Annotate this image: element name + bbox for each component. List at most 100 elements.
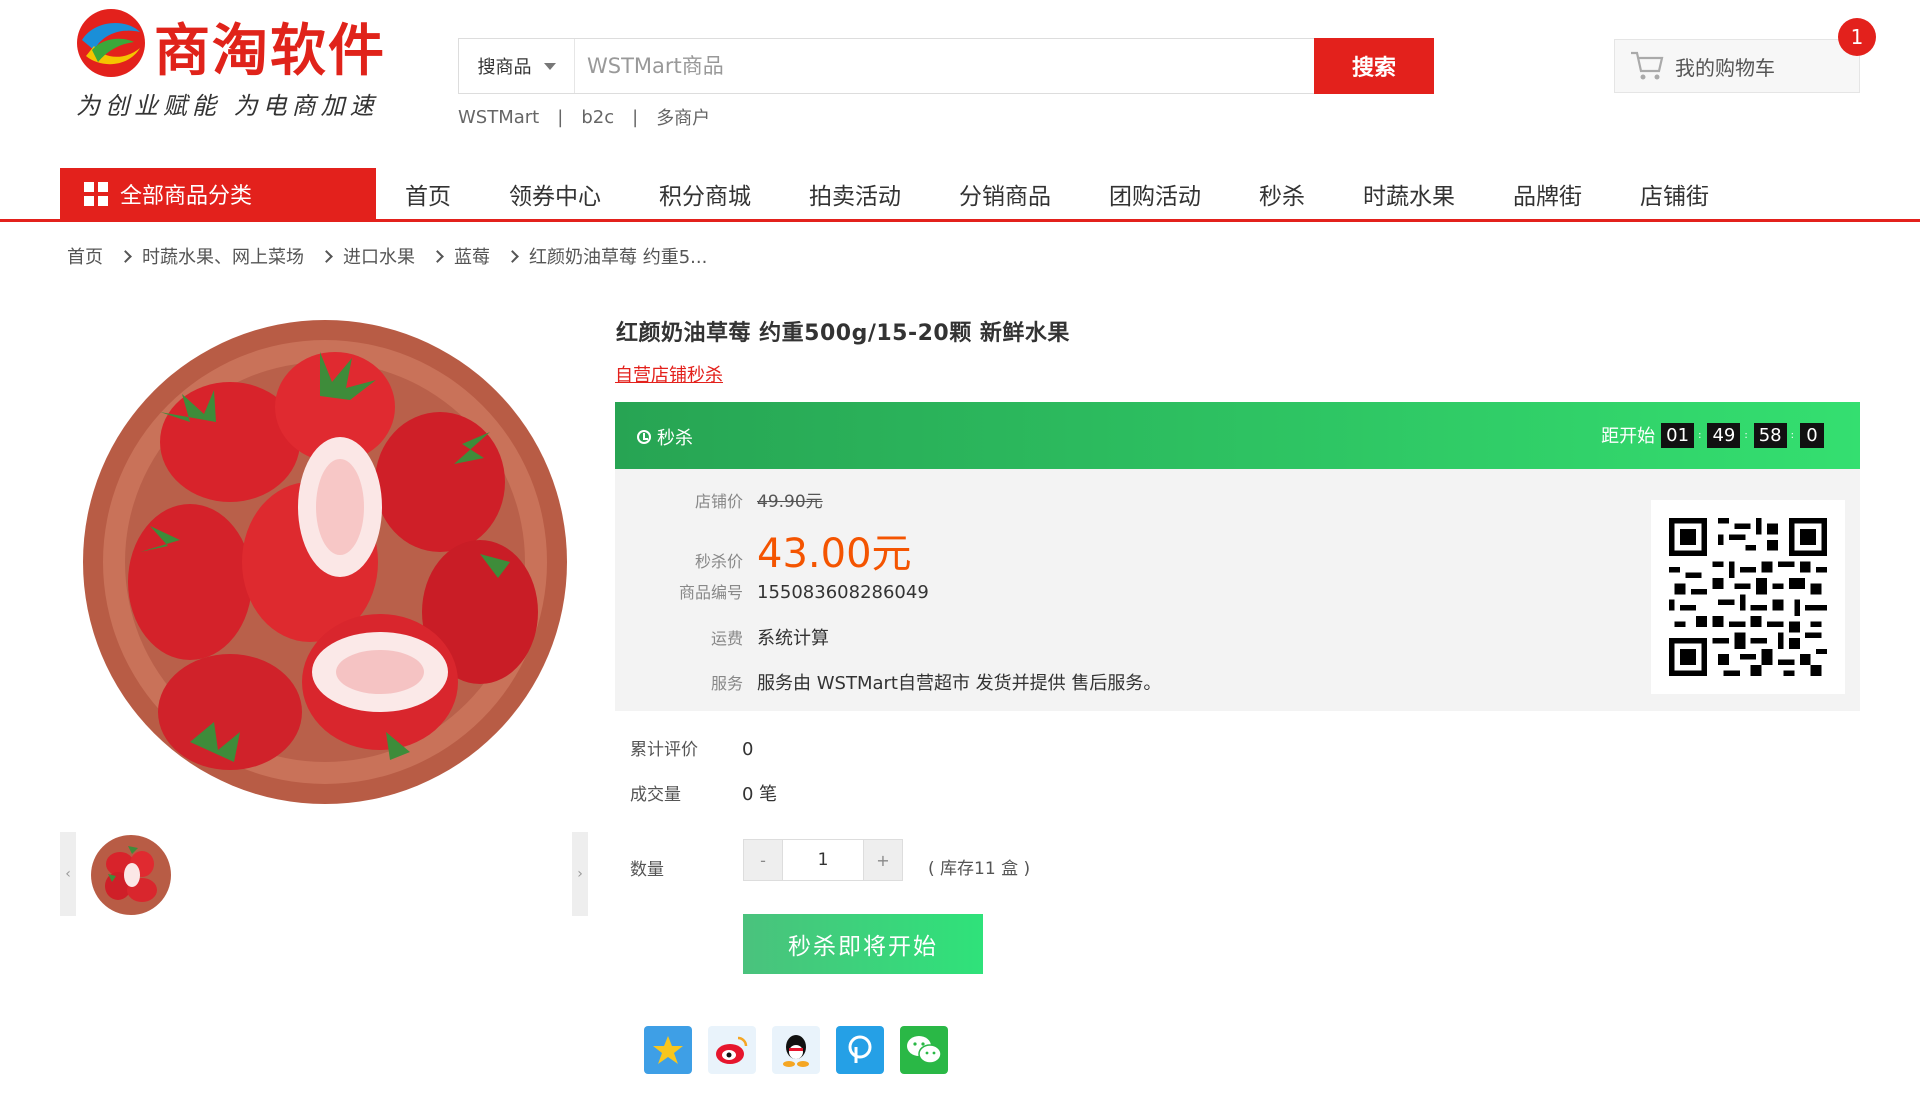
shop-flash-sale-link[interactable]: 自营店铺秒杀 [615, 361, 723, 387]
shipping-value: 系统计算 [757, 628, 829, 649]
quantity-stepper: - + [743, 839, 903, 881]
search-input[interactable] [575, 39, 1314, 93]
main-nav: 全部商品分类 首页 领券中心 积分商城 拍卖活动 分销商品 团购活动 秒杀 时蔬… [0, 168, 1920, 222]
breadcrumb: 首页 时蔬水果、网上菜场 进口水果 蓝莓 红颜奶油草莓 约重5... [67, 243, 707, 269]
all-categories-label: 全部商品分类 [120, 183, 253, 209]
chevron-right-icon [431, 249, 444, 263]
shipping-row: 运费 系统计算 [615, 624, 829, 650]
breadcrumb-item[interactable]: 进口水果 [343, 243, 415, 269]
qr-code-icon [1669, 518, 1827, 676]
nav-item-flash-sale[interactable]: 秒杀 [1230, 177, 1334, 211]
countdown-label: 距开始 [1601, 426, 1656, 447]
flash-sale-text: 秒杀 [657, 428, 693, 449]
share-bar [644, 1026, 964, 1074]
qq-icon[interactable] [772, 1026, 820, 1074]
countdown-hours: 01 [1661, 422, 1695, 448]
flash-price-value: 43.00元 [757, 531, 912, 577]
grid-icon [84, 181, 108, 206]
flash-sale-buy-button[interactable]: 秒杀即将开始 [743, 914, 983, 974]
quantity-input[interactable] [782, 840, 864, 880]
sku-row: 商品编号 155083608286049 [615, 579, 929, 603]
nav-item-shops[interactable]: 店铺街 [1611, 177, 1738, 211]
reviews-row: 累计评价 0 [630, 735, 753, 760]
quantity-label: 数量 [630, 860, 664, 880]
service-value: 服务由 WSTMart自营超市 发货并提供 售后服务。 [757, 673, 1162, 694]
countdown-seconds: 58 [1753, 422, 1787, 448]
logo-name: 商淘软件 [154, 19, 386, 84]
sku-label: 商品编号 [678, 583, 743, 602]
site-logo[interactable]: 商淘软件 为创业赋能 为电商加速 [74, 6, 414, 126]
shop-price-label: 店铺价 [694, 492, 743, 511]
shipping-label: 运费 [710, 629, 743, 648]
qzone-icon[interactable] [644, 1026, 692, 1074]
chevron-right-icon [119, 249, 132, 263]
breadcrumb-item[interactable]: 首页 [67, 243, 103, 269]
nav-item-points-mall[interactable]: 积分商城 [630, 177, 780, 211]
nav-item-fruits[interactable]: 时蔬水果 [1334, 177, 1484, 211]
countdown-separator: : [1698, 429, 1702, 441]
service-row: 服务 服务由 WSTMart自营超市 发货并提供 售后服务。 [615, 669, 1161, 695]
service-label: 服务 [710, 674, 743, 693]
breadcrumb-current: 红颜奶油草莓 约重5... [529, 247, 708, 268]
shop-price-value: 49.90元 [757, 492, 823, 512]
countdown-tenths: 0 [1800, 422, 1824, 448]
flash-sale-bar: 秒杀 距开始 01 : 49 : 58 : 0 [615, 402, 1860, 469]
sales-value: 0 笔 [742, 784, 778, 805]
countdown: 距开始 01 : 49 : 58 : 0 [1601, 422, 1824, 448]
thumbnail-next-button[interactable]: › [572, 832, 588, 916]
nav-item-group-buy[interactable]: 团购活动 [1080, 177, 1230, 211]
clock-icon [637, 430, 651, 444]
thumbnail-strip: ‹ › [60, 832, 588, 916]
nav-item-brands[interactable]: 品牌街 [1484, 177, 1611, 211]
product-thumbnail[interactable] [90, 834, 172, 916]
countdown-separator: : [1790, 429, 1794, 441]
nav-item-distribution[interactable]: 分销商品 [930, 177, 1080, 211]
shop-price-row: 店铺价 49.90元 [615, 487, 823, 512]
thumbnail-prev-button[interactable]: ‹ [60, 832, 76, 916]
flash-price-row: 秒杀价 43.00元 [615, 521, 912, 579]
nav-items: 首页 领券中心 积分商城 拍卖活动 分销商品 团购活动 秒杀 时蔬水果 品牌街 … [376, 168, 1738, 219]
cart-label: 我的购物车 [1675, 55, 1775, 80]
flash-price-label: 秒杀价 [694, 552, 743, 571]
stock-info: ( 库存11 盒 ) [928, 859, 1031, 879]
search-type-select[interactable]: 搜商品 [459, 39, 575, 93]
sku-value: 155083608286049 [757, 582, 929, 603]
chevron-right-icon [506, 249, 519, 263]
hot-words: WSTMart | b2c | 多商户 [458, 104, 710, 130]
logo-slogan: 为创业赋能 为电商加速 [76, 92, 379, 120]
divider: | [557, 106, 564, 128]
hot-word-link[interactable]: 多商户 [656, 104, 710, 130]
pengyou-icon[interactable] [836, 1026, 884, 1074]
reviews-label: 累计评价 [630, 740, 698, 760]
sales-row: 成交量 0 笔 [630, 780, 777, 806]
weibo-icon[interactable] [708, 1026, 756, 1074]
cart-button[interactable]: 我的购物车 [1614, 39, 1860, 93]
breadcrumb-item[interactable]: 蓝莓 [454, 243, 490, 269]
cart-icon [1631, 51, 1664, 80]
product-main-image[interactable] [80, 312, 570, 812]
qr-code [1651, 500, 1845, 694]
wechat-icon[interactable] [900, 1026, 948, 1074]
reviews-value: 0 [742, 739, 754, 760]
price-panel: 店铺价 49.90元 秒杀价 43.00元 商品编号 1550836082860… [615, 469, 1860, 711]
nav-item-coupons[interactable]: 领券中心 [480, 177, 630, 211]
nav-item-home[interactable]: 首页 [376, 177, 480, 211]
search-type-label: 搜商品 [477, 57, 532, 78]
hot-word-link[interactable]: b2c [581, 107, 614, 128]
countdown-separator: : [1744, 429, 1748, 441]
sales-label: 成交量 [630, 785, 681, 805]
hot-word-link[interactable]: WSTMart [458, 107, 539, 128]
chevron-right-icon [320, 249, 333, 263]
divider: | [632, 106, 639, 128]
nav-item-auction[interactable]: 拍卖活动 [780, 177, 930, 211]
product-title: 红颜奶油草莓 约重500g/15-20颗 新鲜水果 [616, 321, 1070, 346]
all-categories-button[interactable]: 全部商品分类 [60, 168, 376, 219]
breadcrumb-item[interactable]: 时蔬水果、网上菜场 [142, 243, 304, 269]
quantity-increase-button[interactable]: + [864, 840, 902, 880]
countdown-minutes: 49 [1707, 422, 1741, 448]
cart-count-badge: 1 [1838, 18, 1876, 56]
quantity-decrease-button[interactable]: - [744, 840, 782, 880]
logo-mark-icon [77, 9, 145, 77]
chevron-down-icon [543, 62, 556, 70]
search-button[interactable]: 搜索 [1314, 38, 1434, 94]
